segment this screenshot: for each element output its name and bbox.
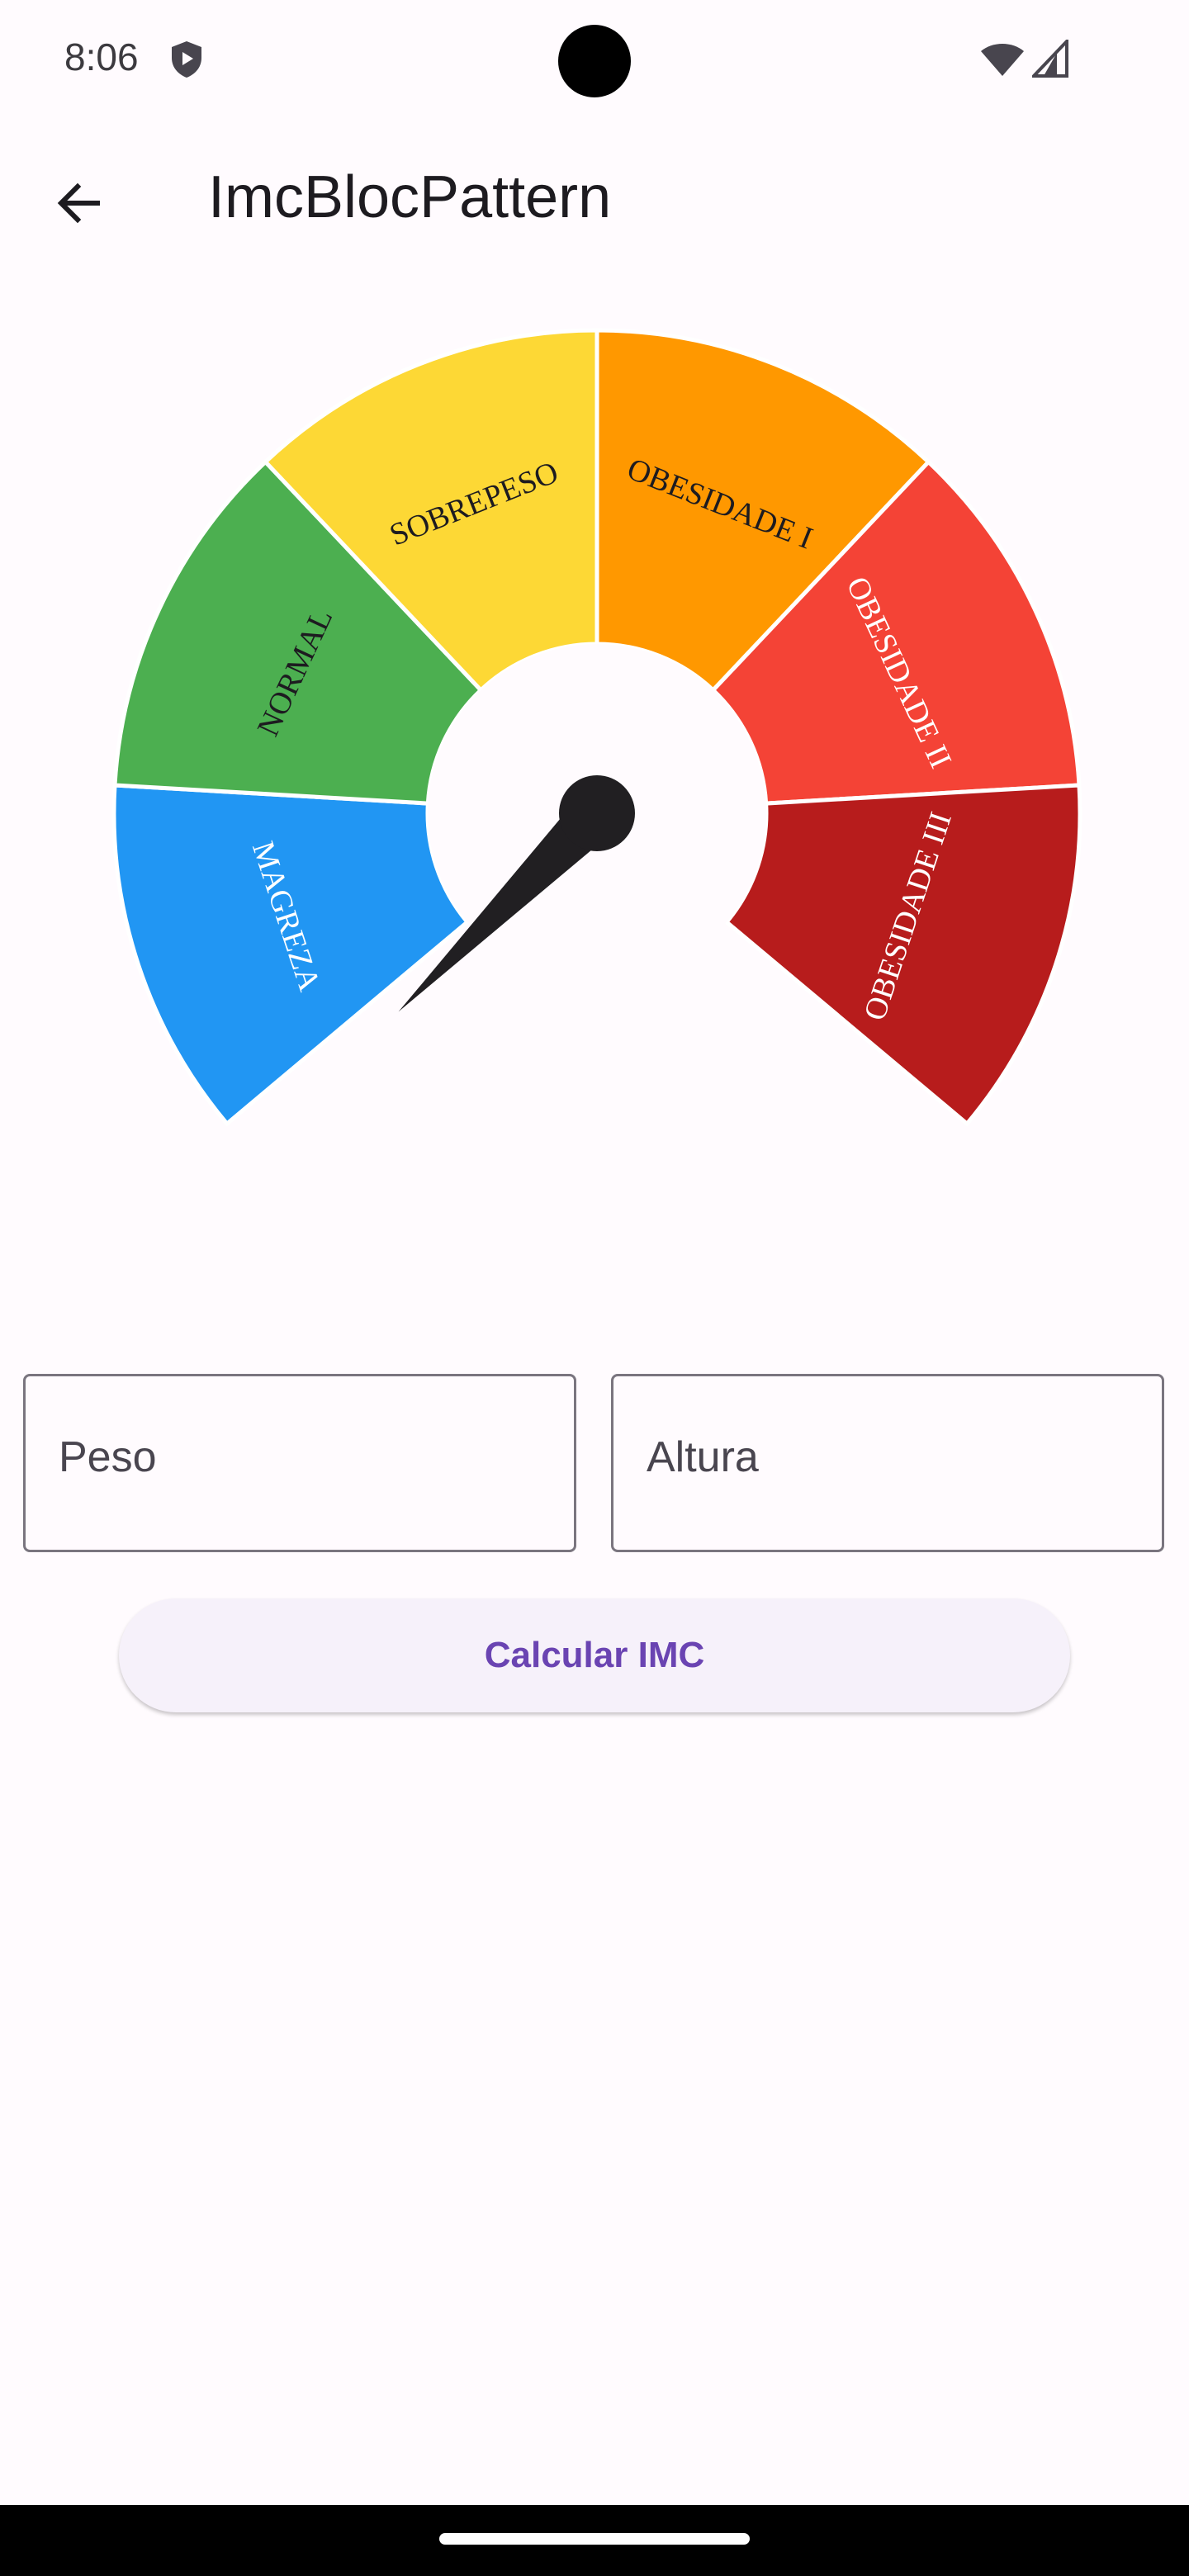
page-title: ImcBlocPattern (208, 164, 612, 230)
back-button[interactable] (40, 165, 119, 244)
bmi-gauge: MAGREZANORMALSOBREPESO OBESIDADE IOBESIDA… (111, 328, 1082, 1127)
shield-icon (170, 40, 203, 83)
camera-cutout (558, 25, 631, 97)
peso-label: Peso (59, 1433, 157, 1481)
calculate-imc-label: Calcular IMC (484, 1635, 705, 1675)
status-bar: 8:06 (0, 0, 1189, 116)
system-nav-bar (0, 2505, 1189, 2576)
home-handle[interactable] (439, 2533, 750, 2545)
status-time: 8:06 (64, 36, 139, 78)
signal-icon (1030, 37, 1068, 82)
peso-field[interactable]: Peso (23, 1374, 576, 1552)
arrow-back-icon (53, 177, 106, 234)
app-bar: ImcBlocPattern (0, 132, 1189, 264)
altura-field[interactable]: Altura (611, 1374, 1164, 1552)
wifi-icon (979, 41, 1026, 82)
altura-label: Altura (647, 1433, 759, 1481)
calculate-imc-button[interactable]: Calcular IMC (119, 1598, 1070, 1712)
